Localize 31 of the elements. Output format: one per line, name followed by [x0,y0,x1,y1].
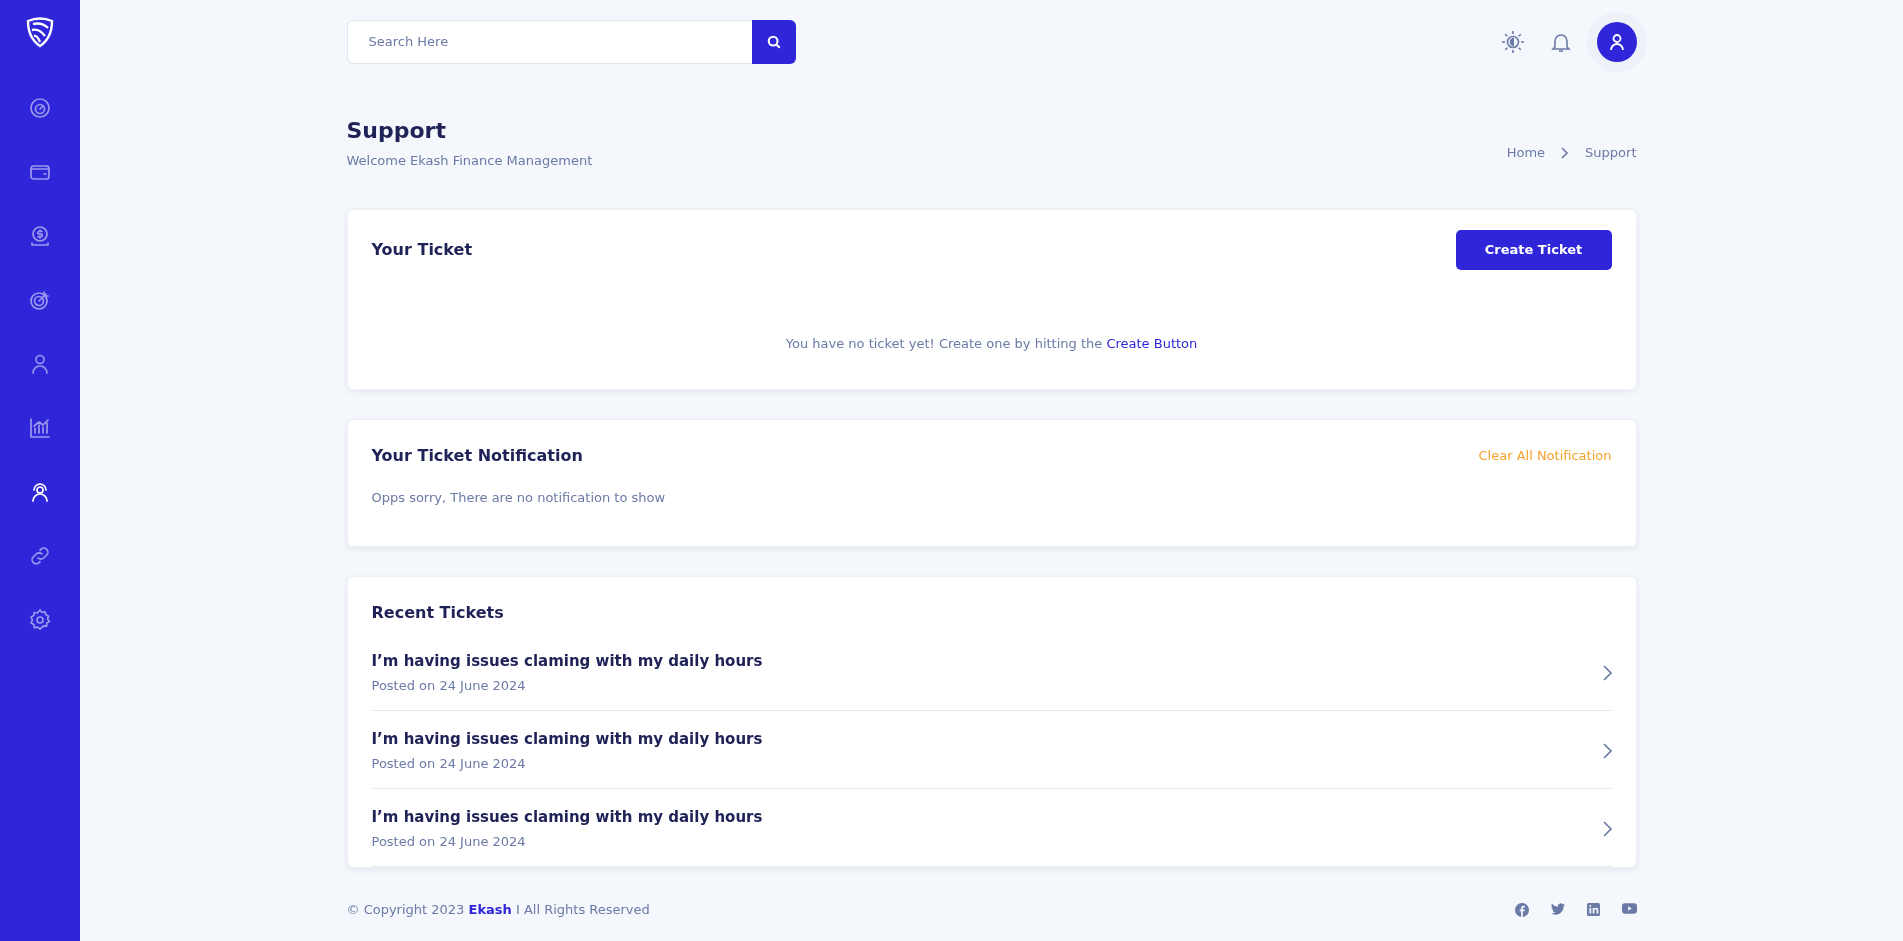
ticket-title[interactable]: I’m having issues claming with my daily hours [371,727,763,750]
ticket-title[interactable]: I’m having issues claming with my daily hours [371,805,763,828]
play-video-icon[interactable] [1621,903,1637,917]
search-icon [766,35,781,49]
ticket-date: Posted on 24 June 2024 [371,677,527,695]
bird-icon[interactable] [1550,903,1565,917]
chevron-right-icon[interactable] [1602,664,1612,681]
user-icon [1607,33,1626,51]
linkedin-icon[interactable] [1586,903,1600,917]
breadcrumb-current: Support [1585,144,1637,162]
create-button-link[interactable]: Create Button [1106,335,1198,351]
ticket-date: Posted on 24 June 2024 [371,833,527,851]
create-ticket-button[interactable]: Create Ticket [1455,229,1612,270]
chevron-right-icon[interactable] [1602,742,1612,759]
breadcrumb-link[interactable]: Home [1506,143,1546,163]
page-subtitle: Welcome Ekash Finance Management [346,152,593,170]
theme-toggle-icon[interactable] [1500,30,1525,54]
chevron-right-icon[interactable] [1602,820,1612,837]
search-button[interactable] [751,20,796,64]
ticket-date: Posted on 24 June 2024 [371,755,527,773]
copyright-text: © Copyright 2023 Ekash I All Rights Reserved [346,901,650,920]
card-title: Your Ticket Notification [371,445,583,467]
empty-message: You have no ticket yet! Create one by hitting the Create Button [784,334,1199,353]
page-title: Support [346,117,447,145]
empty-message: Opps sorry, There are no notification to show [371,489,667,507]
ticket-title[interactable]: I’m having issues claming with my daily hours [371,649,763,672]
shield-logo-icon [24,16,56,48]
card-title: Your Ticket [371,238,473,261]
card-title: Recent Tickets [371,601,505,624]
facebook-icon[interactable] [1514,903,1529,917]
chevron-right-icon [1561,146,1570,159]
